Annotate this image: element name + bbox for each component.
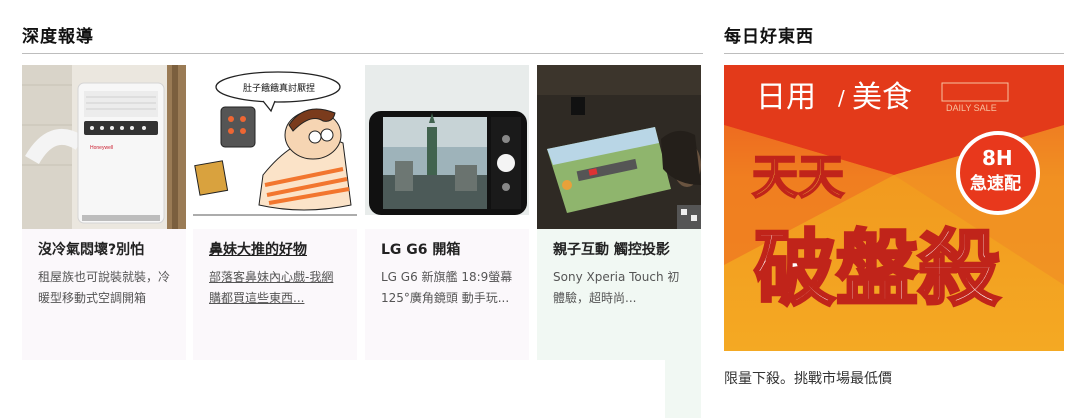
article-description[interactable]: 租屋族也可說裝就裝，冷暖型移動式空調開箱 <box>38 267 173 309</box>
badge-circle <box>956 131 1040 215</box>
article-thumbnail[interactable] <box>537 65 701 229</box>
article-thumbnail[interactable]: 肚子餓餓真討厭捏 <box>193 65 357 229</box>
card-strip <box>537 360 701 418</box>
article-description[interactable]: LG G6 新旗艦 18:9螢幕 125°廣角鏡頭 動手玩... <box>381 267 516 309</box>
article-card-blogger[interactable]: 肚子餓餓真討厭捏 鼻妹大推的好物 部落客鼻妹內心戲-我網購都買這些東西... <box>193 65 357 360</box>
promo-caption[interactable]: 限量下殺。挑戰市場最低價 <box>724 368 892 388</box>
article-card-body[interactable]: 沒冷氣悶壞?別怕 租屋族也可說裝就裝，冷暖型移動式空調開箱 <box>22 229 186 360</box>
article-card-xperia-touch[interactable]: 親子互動 觸控投影 Sony Xperia Touch 初體驗，超時尚... <box>537 65 701 360</box>
article-card-body[interactable]: LG G6 開箱 LG G6 新旗艦 18:9螢幕 125°廣角鏡頭 動手玩..… <box>365 229 529 360</box>
article-thumbnail[interactable]: Honeywell <box>22 65 186 229</box>
promo-headline-main: 破盤殺 <box>754 222 1000 317</box>
daily-sale-label: DAILY SALE <box>946 103 997 113</box>
article-title[interactable]: 鼻妹大推的好物 <box>209 239 349 259</box>
article-title[interactable]: LG G6 開箱 <box>381 239 521 259</box>
promo-header-right: 美食 <box>852 80 912 115</box>
article-card-body[interactable]: 鼻妹大推的好物 部落客鼻妹內心戲-我網購都買這些東西... <box>193 229 357 360</box>
article-title[interactable]: 沒冷氣悶壞?別怕 <box>38 239 178 259</box>
section-divider <box>724 53 1064 54</box>
article-description[interactable]: 部落客鼻妹內心戲-我網購都買這些東西... <box>209 267 344 309</box>
section-title-daily-goods: 每日好東西 <box>724 27 814 47</box>
svg-text:Honeywell: Honeywell <box>90 145 113 151</box>
promo-header-sep: / <box>838 86 845 110</box>
promo-headline-top: 天天 <box>752 150 844 204</box>
promo-banner[interactable]: 日用 / 美食 DAILY SALE 8H 急速配 天天 破盤殺 <box>724 65 1064 351</box>
article-description[interactable]: Sony Xperia Touch 初體驗，超時尚... <box>553 267 688 309</box>
article-card-aircon[interactable]: Honeywell 沒冷氣悶壞?別怕 租屋族也可說裝就裝，冷暖型移動式空調開箱 <box>22 65 186 360</box>
speech-bubble-text: 肚子餓餓真討厭捏 <box>243 82 315 94</box>
badge-express: 急速配 <box>970 173 1021 194</box>
section-divider <box>22 53 703 54</box>
article-title[interactable]: 親子互動 觸控投影 <box>553 239 693 259</box>
badge-8h: 8H <box>982 146 1013 170</box>
article-card-body[interactable]: 親子互動 觸控投影 Sony Xperia Touch 初體驗，超時尚... <box>537 229 701 360</box>
article-thumbnail[interactable] <box>365 65 529 229</box>
section-title-in-depth: 深度報導 <box>22 27 94 47</box>
promo-header-left: 日用 <box>756 80 816 115</box>
article-card-lg-g6[interactable]: LG G6 開箱 LG G6 新旗艦 18:9螢幕 125°廣角鏡頭 動手玩..… <box>365 65 529 360</box>
